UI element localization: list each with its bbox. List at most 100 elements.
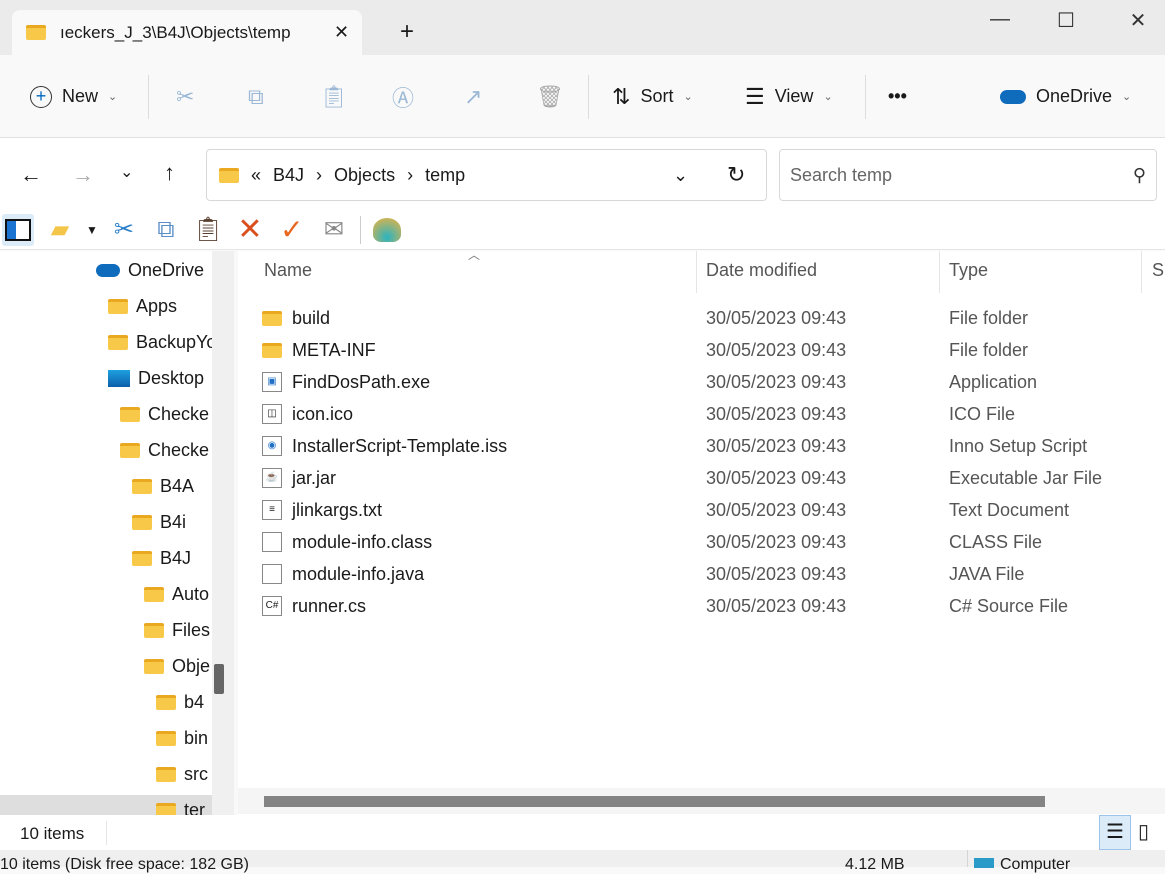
file-row[interactable]: ▣ FindDosPath.exe 30/05/2023 09:43 Applicat…: [262, 367, 1162, 397]
breadcrumb-b4j[interactable]: B4J: [273, 165, 304, 186]
copy-icon[interactable]: ⧉: [248, 55, 264, 138]
breadcrumb-objects[interactable]: Objects: [334, 165, 395, 186]
breadcrumb-temp[interactable]: temp: [425, 165, 465, 186]
share-icon[interactable]: ↗: [464, 55, 482, 138]
sort-button[interactable]: ⇅ Sort ⌄: [612, 55, 693, 138]
nav-item[interactable]: Apps: [108, 291, 177, 321]
column-divider[interactable]: [939, 251, 940, 293]
file-row[interactable]: C# runner.cs 30/05/2023 09:43 C# Source Fil…: [262, 591, 1162, 621]
file-row[interactable]: META-INF 30/05/2023 09:43 File folder: [262, 335, 1162, 365]
nav-item[interactable]: bin: [156, 723, 208, 753]
nav-item[interactable]: b4: [156, 687, 204, 717]
up-button[interactable]: ↑: [164, 160, 175, 186]
nav-item[interactable]: Auto: [144, 579, 209, 609]
nav-item[interactable]: Checke: [120, 399, 209, 429]
folder-icon: [120, 442, 140, 458]
nav-item-label: B4J: [160, 547, 192, 568]
file-row[interactable]: ≡ jlinkargs.txt 30/05/2023 09:43 Text Docum…: [262, 495, 1162, 525]
checkmark-icon[interactable]: ✓: [276, 214, 308, 246]
file-row[interactable]: build 30/05/2023 09:43 File folder: [262, 303, 1162, 333]
nav-item[interactable]: Checke: [120, 435, 209, 465]
file-date: 30/05/2023 09:43: [706, 403, 847, 424]
more-options-button[interactable]: •••: [888, 55, 907, 138]
close-window-button[interactable]: ✕: [1123, 8, 1153, 33]
address-bar[interactable]: « B4J › Objects › temp ⌄ ↻: [206, 149, 767, 201]
onedrive-button[interactable]: OneDrive ⌄: [1000, 55, 1131, 138]
back-button[interactable]: ←: [20, 162, 42, 188]
delete-x-icon[interactable]: ✕: [234, 213, 266, 246]
file-type: ICO File: [949, 403, 1016, 424]
file-name-cell: ≡ jlinkargs.txt: [262, 500, 706, 521]
chevron-down-icon: ⌄: [1122, 91, 1132, 103]
column-name[interactable]: Name: [264, 260, 312, 286]
details-view-button[interactable]: ☰: [1099, 815, 1131, 850]
column-type[interactable]: Type: [949, 260, 988, 281]
new-tab-button[interactable]: +: [400, 18, 414, 46]
navigation-pane: OneDrive Apps BackupYo Desktop Checke Checke B…: [0, 251, 212, 815]
view-button[interactable]: ☰ View ⌄: [745, 55, 833, 138]
view-list-icon: ☰: [745, 83, 765, 109]
scrollbar-thumb[interactable]: [264, 796, 1045, 807]
file-name-cell: META-INF: [262, 340, 706, 361]
cloud-icon: [96, 263, 120, 277]
nav-item[interactable]: BackupYo: [108, 327, 212, 357]
scrollbar-thumb[interactable]: [214, 664, 224, 694]
file-type: Executable Jar File: [949, 467, 1103, 488]
rename-icon[interactable]: Ⓐ: [392, 55, 414, 138]
nav-scrollbar[interactable]: [212, 251, 234, 815]
horizontal-scrollbar[interactable]: [238, 788, 1165, 814]
file-row[interactable]: ◫ icon.ico 30/05/2023 09:43 ICO File: [262, 399, 1162, 429]
dropdown-arrow-icon[interactable]: ▼: [86, 223, 98, 237]
paste-icon[interactable]: 📋︎: [192, 214, 224, 246]
column-divider[interactable]: [1141, 251, 1142, 293]
file-row[interactable]: module-info.java 30/05/2023 09:43 JAVA Fil…: [262, 559, 1162, 589]
maximize-button[interactable]: ☐: [1051, 8, 1081, 33]
column-size[interactable]: Si: [1152, 260, 1165, 281]
chevron-down-icon[interactable]: ⌄: [673, 165, 688, 186]
breadcrumb-separator: ›: [407, 164, 414, 185]
nav-item[interactable]: B4i: [132, 507, 186, 537]
nav-item[interactable]: src: [156, 759, 208, 789]
folder-icon: [132, 550, 152, 566]
nav-item[interactable]: ter: [0, 795, 212, 815]
folder-check-icon[interactable]: ▰: [44, 214, 76, 246]
folder-icon: [144, 658, 164, 674]
nav-item[interactable]: OneDrive: [96, 255, 204, 285]
file-row[interactable]: module-info.class 30/05/2023 09:43 CLASS F…: [262, 527, 1162, 557]
cut-icon[interactable]: ✂: [108, 214, 140, 246]
file-date: 30/05/2023 09:43: [706, 595, 847, 616]
cloud-icon: [1000, 89, 1026, 104]
nav-item[interactable]: B4J: [132, 543, 191, 573]
file-date: 30/05/2023 09:43: [706, 563, 847, 584]
nav-item[interactable]: Desktop: [108, 363, 204, 393]
paste-icon[interactable]: 📋︎: [320, 55, 348, 138]
cut-icon[interactable]: ✂: [176, 55, 194, 138]
divider: [106, 821, 107, 845]
navigation-pane-icon[interactable]: [2, 213, 34, 246]
properties-icon[interactable]: ✉: [318, 214, 350, 246]
recent-locations-button[interactable]: ⌄: [120, 162, 133, 182]
divider: [148, 75, 149, 119]
refresh-icon[interactable]: ↻: [727, 162, 745, 188]
tab-close-button[interactable]: ✕: [334, 22, 349, 43]
nav-item[interactable]: Obje: [144, 651, 210, 681]
breadcrumb-overflow[interactable]: «: [251, 165, 261, 186]
sort-icon: ⇅: [612, 83, 631, 109]
large-icons-view-button[interactable]: ▯: [1138, 819, 1149, 844]
nav-item[interactable]: B4A: [132, 471, 194, 501]
folder-icon: [144, 622, 164, 638]
column-date-modified[interactable]: Date modified: [706, 260, 817, 281]
new-button[interactable]: + New ⌄: [30, 55, 117, 138]
nav-item[interactable]: Files: [144, 615, 210, 645]
delete-icon[interactable]: 🗑︎: [536, 55, 564, 138]
minimize-button[interactable]: —: [985, 8, 1015, 31]
copy-icon[interactable]: ⧉: [150, 214, 182, 246]
forward-button[interactable]: →: [72, 162, 94, 188]
file-row[interactable]: ◉ InstallerScript-Template.iss 30/05/2023 …: [262, 431, 1162, 461]
column-divider[interactable]: [696, 251, 697, 293]
open-shell-icon[interactable]: [371, 214, 403, 246]
search-input[interactable]: Search temp ⚲: [779, 149, 1157, 201]
tab-current[interactable]: ıeckers_J_3\B4J\Objects\temp ✕: [12, 10, 362, 55]
file-row[interactable]: ☕ jar.jar 30/05/2023 09:43 Executable Jar F…: [262, 463, 1162, 493]
folder-icon: [219, 167, 239, 183]
